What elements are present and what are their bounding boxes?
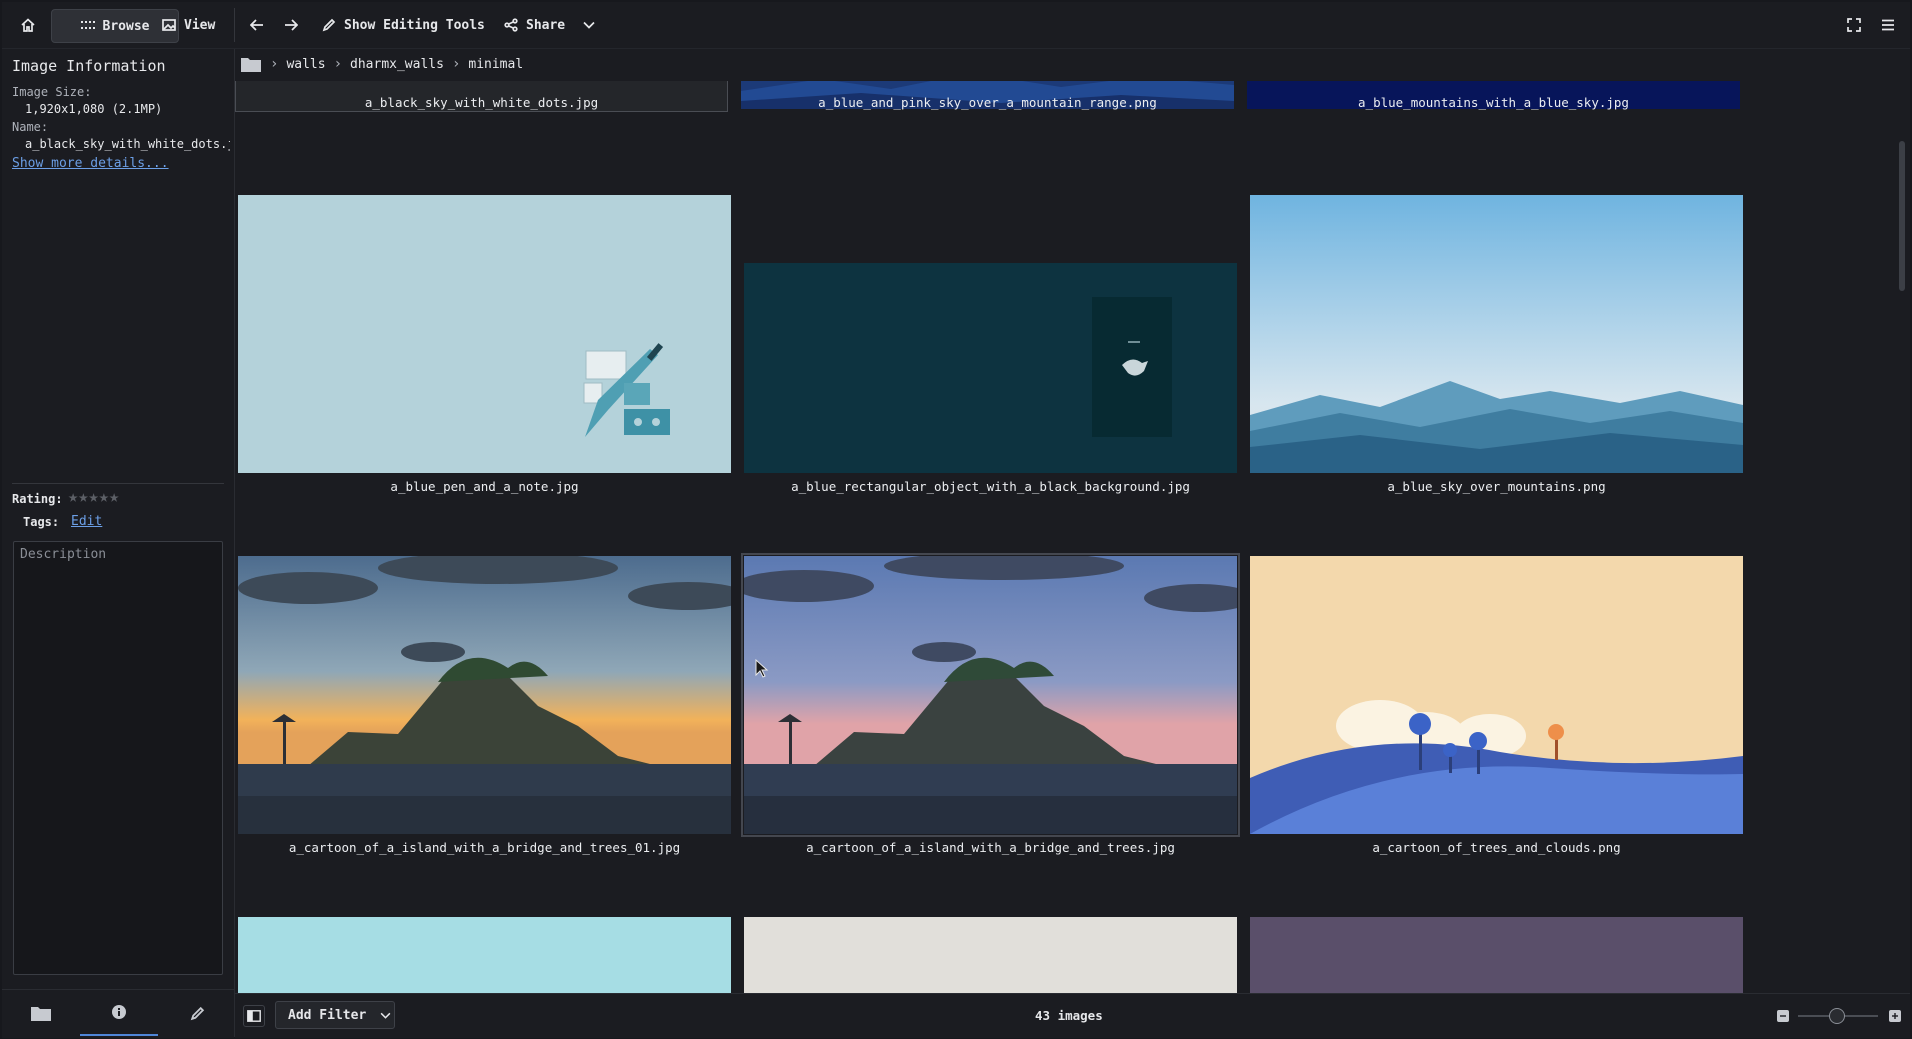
thumbnail-cartoon-trees-clouds[interactable] xyxy=(1250,556,1743,834)
thumbnail-cartoon-island-01[interactable] xyxy=(238,556,731,834)
fullscreen-icon xyxy=(1847,18,1861,32)
mouse-cursor-icon xyxy=(755,659,769,678)
sidebar-title: Image Information xyxy=(12,57,166,75)
image-icon xyxy=(162,19,176,31)
tab-edit[interactable] xyxy=(158,990,236,1036)
minus-icon xyxy=(1780,1015,1786,1017)
sidebar-toggle-icon xyxy=(247,1010,261,1022)
tags-edit-link[interactable]: Edit xyxy=(71,514,102,529)
scrollbar-thumb[interactable] xyxy=(1899,141,1905,291)
image-size-value: 1,920x1,080 (2.1MP) xyxy=(25,102,163,116)
thumbnail-caption: a_blue_pen_and_a_note.jpg xyxy=(390,479,579,494)
description-field[interactable]: Description xyxy=(13,541,223,975)
zoom-in-button[interactable] xyxy=(1889,1010,1901,1022)
thumbnail-blue-pen-note[interactable] xyxy=(238,195,731,473)
add-filter-button[interactable]: Add Filter xyxy=(275,1001,395,1029)
tags-label: Tags: xyxy=(23,515,60,529)
image-grid: a_black_sky_with_white_dots.jpg a_blue_a… xyxy=(235,81,1895,993)
sidebar-divider xyxy=(12,483,224,484)
chevron-down-icon xyxy=(583,21,595,29)
editing-label: Show Editing Tools xyxy=(344,17,485,33)
info-sidebar: Image Information Image Size: 1,920x1,08… xyxy=(2,49,235,1038)
add-filter-label: Add Filter xyxy=(288,1007,367,1023)
rating-label: Rating: xyxy=(12,492,63,506)
toolbar-divider xyxy=(234,8,235,42)
thumbnail-blue-rectangular-object[interactable] xyxy=(744,263,1237,473)
thumbnail-row4-2[interactable] xyxy=(744,917,1237,993)
hamburger-icon xyxy=(1882,19,1894,31)
name-value: a_black_sky_with_white_dots.jpg xyxy=(25,137,230,151)
breadcrumb-item[interactable]: minimal xyxy=(468,57,523,72)
folder-icon xyxy=(31,1007,51,1021)
zoom-slider-handle[interactable] xyxy=(1829,1008,1845,1024)
pencil-icon xyxy=(190,1006,204,1020)
plus-icon xyxy=(1892,1013,1898,1019)
menu-button[interactable] xyxy=(1878,9,1898,41)
share-button[interactable]: Share xyxy=(504,9,595,41)
tab-info[interactable] xyxy=(80,990,158,1036)
share-icon xyxy=(504,18,518,32)
folder-icon[interactable] xyxy=(240,55,262,73)
back-button[interactable] xyxy=(247,9,267,41)
top-toolbar: Browse View Show Editing Tools Share xyxy=(2,2,1910,49)
arrow-left-icon xyxy=(250,19,263,31)
chevron-right-icon: › xyxy=(270,56,279,72)
grid-icon xyxy=(80,21,95,29)
star-icon[interactable]: ★ xyxy=(68,489,78,506)
rating-stars[interactable]: ★ ★ ★ ★ ★ xyxy=(68,489,119,506)
pencil-icon xyxy=(322,18,336,32)
zoom-out-button[interactable] xyxy=(1777,1010,1789,1022)
bottom-bar: Add Filter 43 images xyxy=(235,993,1910,1038)
sidebar-tab-bar xyxy=(2,989,234,1038)
star-icon[interactable]: ★ xyxy=(89,489,99,506)
description-placeholder: Description xyxy=(20,547,107,562)
star-icon[interactable]: ★ xyxy=(109,489,119,506)
image-count: 43 images xyxy=(1035,1008,1103,1023)
fullscreen-button[interactable] xyxy=(1844,9,1864,41)
show-more-details-link[interactable]: Show more details... xyxy=(12,156,169,171)
forward-button[interactable] xyxy=(281,9,301,41)
home-icon xyxy=(21,18,35,32)
thumbnail-cartoon-island[interactable] xyxy=(741,553,1240,837)
browse-button[interactable]: Browse xyxy=(51,9,179,43)
chevron-right-icon: › xyxy=(333,56,343,72)
breadcrumb-item[interactable]: walls xyxy=(286,57,325,72)
view-button[interactable]: View xyxy=(162,9,215,41)
breadcrumb-item[interactable]: dharmx_walls xyxy=(350,57,444,72)
thumbnail-caption: a_blue_rectangular_object_with_a_black_b… xyxy=(791,479,1190,494)
thumbnail-row4-1[interactable] xyxy=(238,917,731,993)
thumbnail-caption: a_blue_and_pink_sky_over_a_mountain_rang… xyxy=(818,95,1157,110)
tab-folders[interactable] xyxy=(2,990,80,1036)
thumbnail-caption: a_blue_mountains_with_a_blue_sky.jpg xyxy=(1358,95,1629,110)
thumbnail-caption: a_blue_sky_over_mountains.png xyxy=(1387,479,1606,494)
arrow-right-icon xyxy=(285,19,298,31)
thumbnail-caption: a_cartoon_of_a_island_with_a_bridge_and_… xyxy=(288,840,681,855)
info-icon xyxy=(112,1005,126,1019)
name-label: Name: xyxy=(12,120,49,134)
thumbnail-caption: a_cartoon_of_trees_and_clouds.png xyxy=(1372,840,1621,855)
app-window: Browse View Show Editing Tools Share Ima… xyxy=(2,2,1910,1038)
chevron-right-icon: › xyxy=(451,56,461,72)
show-editing-tools-button[interactable]: Show Editing Tools xyxy=(322,9,485,41)
star-icon[interactable]: ★ xyxy=(99,489,109,506)
thumbnail-caption: a_cartoon_of_a_island_with_a_bridge_and_… xyxy=(806,840,1175,855)
home-button[interactable] xyxy=(16,9,40,41)
star-icon[interactable]: ★ xyxy=(78,489,88,506)
thumbnail-caption: a_black_sky_with_white_dots.jpg xyxy=(364,95,599,110)
breadcrumb: › walls › dharmx_walls › minimal xyxy=(240,52,523,76)
thumbnail-row4-3[interactable] xyxy=(1250,917,1743,993)
image-size-label: Image Size: xyxy=(12,85,92,99)
toggle-sidebar-button[interactable] xyxy=(243,1005,265,1027)
share-label: Share xyxy=(526,17,566,33)
grid-scrollbar[interactable] xyxy=(1896,81,1910,993)
chevron-down-icon xyxy=(380,1012,391,1019)
browse-label: Browse xyxy=(102,18,150,34)
thumbnail-blue-sky-mountains[interactable] xyxy=(1250,195,1743,473)
view-label: View xyxy=(184,17,216,33)
